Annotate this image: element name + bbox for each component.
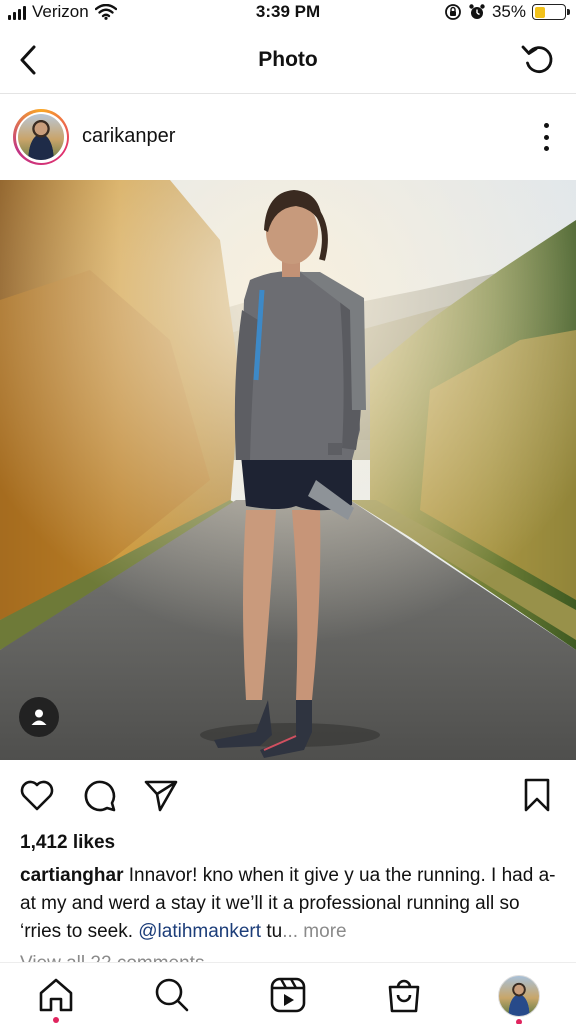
caption-tail: tu [266,921,283,942]
battery-percent: 35% [491,2,526,21]
search-icon[interactable] [152,975,192,1015]
page-title: Photo [258,48,318,71]
status-right: 35% [444,2,570,22]
avatar[interactable] [13,109,69,165]
status-bar: Verizon 3:39 PM 35% [0,0,576,28]
profile-notification-dot [516,1019,522,1024]
avatar-border [15,111,67,163]
nav-header: Photo [0,28,576,94]
person-icon [31,709,47,725]
reels-icon[interactable] [268,975,308,1015]
battery-icon [532,4,570,20]
more-vertical-icon[interactable] [542,123,550,151]
likes-count[interactable]: 1,412 likes [20,832,115,854]
send-icon[interactable] [142,776,180,814]
profile-avatar[interactable] [498,975,540,1017]
bookmark-icon[interactable] [518,776,556,814]
heart-icon[interactable] [18,776,56,814]
post-header: carikanper [0,95,576,179]
shop-icon[interactable] [384,975,424,1015]
view-comments-link[interactable]: View all 22 comments [20,950,204,962]
post-actions [0,772,576,820]
post-username[interactable]: carikanper [82,125,175,148]
alarm-icon [469,4,485,19]
home-icon[interactable] [36,975,76,1015]
home-notification-dot [53,1017,59,1023]
battery-fill [534,6,545,18]
tagged-user-icon[interactable] [19,697,59,737]
caption-mention[interactable]: @latihmankert [138,921,261,942]
post-photo[interactable] [0,180,576,760]
comment-icon[interactable] [80,776,118,814]
avatar-image [18,114,64,160]
refresh-icon[interactable] [520,42,556,78]
post-caption: cartianghar Innavor! kno when it give y … [20,862,560,946]
caption-username[interactable]: cartianghar [20,865,123,886]
photo-illustration [0,180,576,760]
caption-more-link[interactable]: ... more [282,921,346,942]
bottom-nav [0,962,576,1024]
rotation-lock-icon [445,4,461,20]
